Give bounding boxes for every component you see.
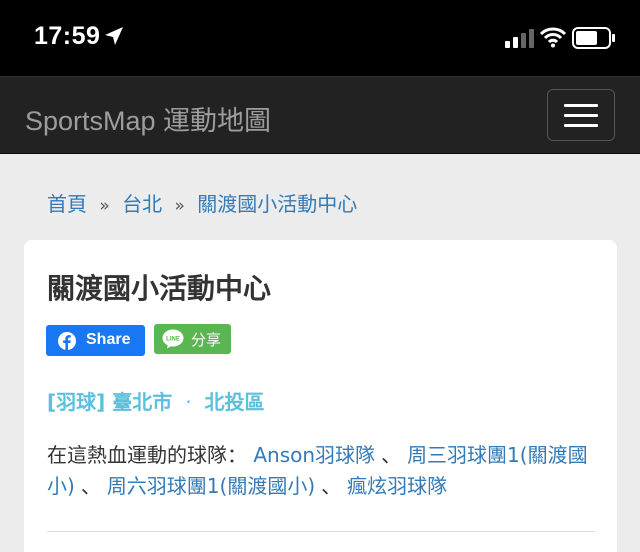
status-bar: 17:59 — [0, 0, 640, 76]
navbar: SportsMap 運動地圖 — [0, 76, 640, 154]
breadcrumb-city[interactable]: 台北 — [122, 192, 162, 216]
teams-list: 在這熱血運動的球隊： Anson羽球隊、周三羽球團1(關渡國小)、周六羽球團1(… — [47, 440, 592, 502]
status-time: 17:59 — [34, 22, 101, 50]
city-link[interactable]: 臺北市 — [112, 390, 172, 414]
facebook-share-button[interactable]: Share — [46, 325, 145, 356]
venue-category: [羽球] 臺北市 · 北投區 — [47, 386, 265, 415]
team-link[interactable]: 周六羽球團1(關渡國小) — [107, 474, 315, 498]
team-separator: 、 — [321, 474, 342, 498]
hamburger-icon — [564, 104, 598, 107]
line-share-button[interactable]: LINE 分享 — [154, 324, 231, 354]
cellular-signal-icon — [505, 29, 534, 48]
breadcrumb: 首頁 » 台北 » 關渡國小活動中心 — [47, 188, 357, 217]
facebook-share-label: Share — [86, 331, 131, 348]
breadcrumb-separator: » — [174, 196, 185, 216]
hamburger-icon — [564, 114, 598, 117]
team-link[interactable]: Anson羽球隊 — [253, 443, 375, 467]
divider — [47, 531, 595, 532]
venue-card: 關渡國小活動中心 Share LINE 分享 [羽球] 臺北市 · 北投區 在這… — [24, 240, 617, 552]
battery-icon — [572, 27, 615, 49]
venue-title: 關渡國小活動中心 — [47, 272, 272, 305]
breadcrumb-separator: » — [99, 196, 110, 216]
breadcrumb-home[interactable]: 首頁 — [47, 192, 87, 216]
line-share-label: 分享 — [191, 331, 222, 349]
brand-link[interactable]: SportsMap 運動地圖 — [25, 99, 271, 138]
location-arrow-icon — [105, 27, 123, 45]
menu-toggle-button[interactable] — [547, 89, 615, 141]
hamburger-icon — [564, 124, 598, 127]
line-icon-text: LINE — [166, 337, 180, 343]
category-dot: · — [185, 390, 192, 414]
line-icon: LINE — [162, 329, 184, 349]
sport-tag[interactable]: [羽球] — [47, 390, 105, 414]
teams-label: 在這熱血運動的球隊： — [47, 443, 247, 467]
team-separator: 、 — [381, 443, 402, 467]
breadcrumb-current[interactable]: 關渡國小活動中心 — [197, 192, 357, 216]
wifi-icon — [540, 27, 566, 48]
team-separator: 、 — [80, 474, 101, 498]
team-link[interactable]: 瘋炫羽球隊 — [347, 474, 447, 498]
district-link[interactable]: 北投區 — [205, 390, 265, 414]
facebook-icon — [58, 332, 76, 350]
